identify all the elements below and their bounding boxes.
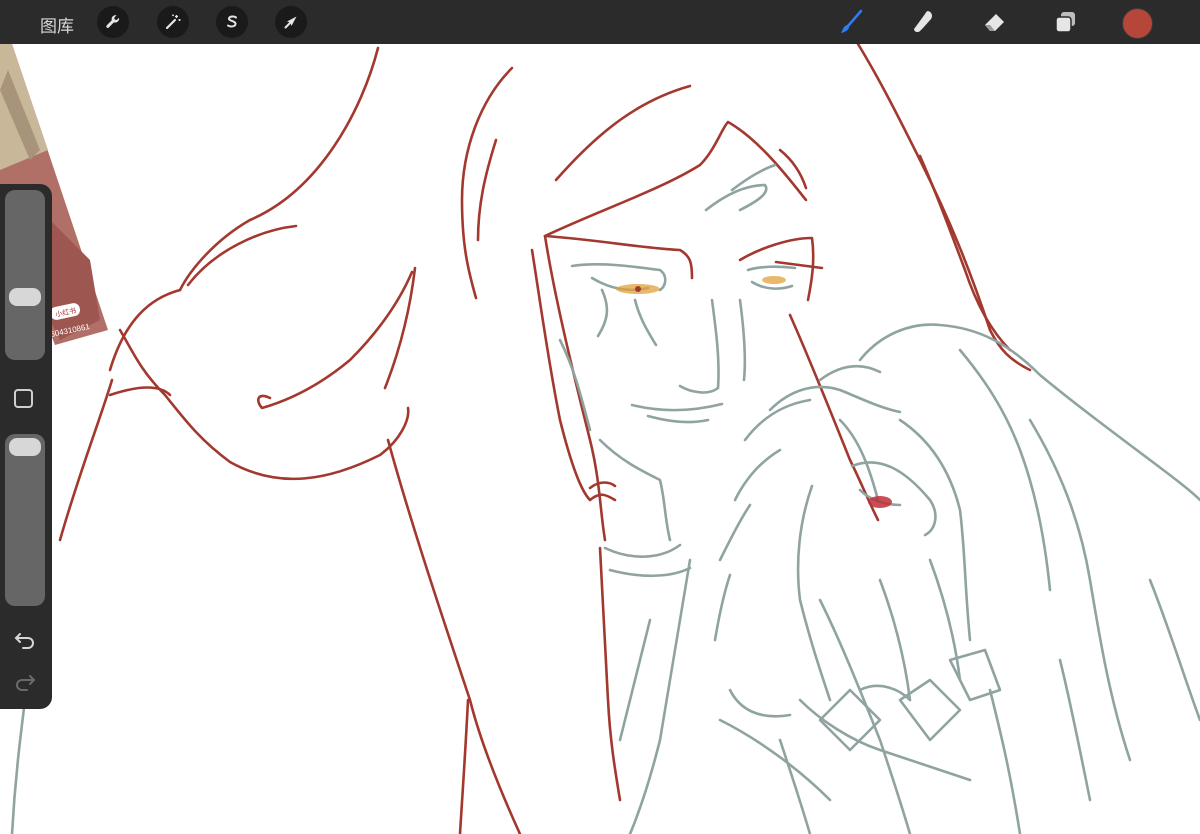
eraser-icon[interactable] — [979, 6, 1011, 38]
brush-size-slider[interactable] — [5, 190, 45, 360]
square-icon[interactable] — [14, 389, 33, 408]
eye-accent-right — [762, 276, 786, 284]
gray-line-layer — [10, 163, 1200, 834]
eye-accent-front — [868, 496, 892, 508]
eye-pupil-left — [635, 286, 641, 292]
gallery-button[interactable]: 图库 — [40, 12, 74, 37]
drawing-canvas[interactable]: 小红书 604310861 — [0, 44, 1200, 834]
brush-size-handle[interactable] — [9, 287, 41, 306]
arrow-cursor-icon[interactable] — [275, 6, 307, 38]
opacity-handle[interactable] — [9, 438, 41, 456]
undo-icon[interactable] — [12, 628, 38, 652]
opacity-slider[interactable] — [5, 434, 45, 606]
selection-s-icon[interactable] — [216, 6, 248, 38]
red-line-layer — [58, 44, 1032, 834]
smudge-finger-icon[interactable] — [907, 6, 939, 38]
left-sidebar — [0, 184, 52, 709]
brush-icon[interactable] — [835, 6, 867, 38]
wrench-icon[interactable] — [97, 6, 129, 38]
redo-icon[interactable] — [12, 670, 38, 694]
top-toolbar: 图库 — [0, 0, 1200, 44]
magic-wand-icon[interactable] — [157, 6, 189, 38]
line-art-drawing: 小红书 604310861 — [0, 44, 1200, 834]
color-swatch[interactable] — [1122, 8, 1153, 39]
layers-icon[interactable] — [1050, 6, 1082, 38]
